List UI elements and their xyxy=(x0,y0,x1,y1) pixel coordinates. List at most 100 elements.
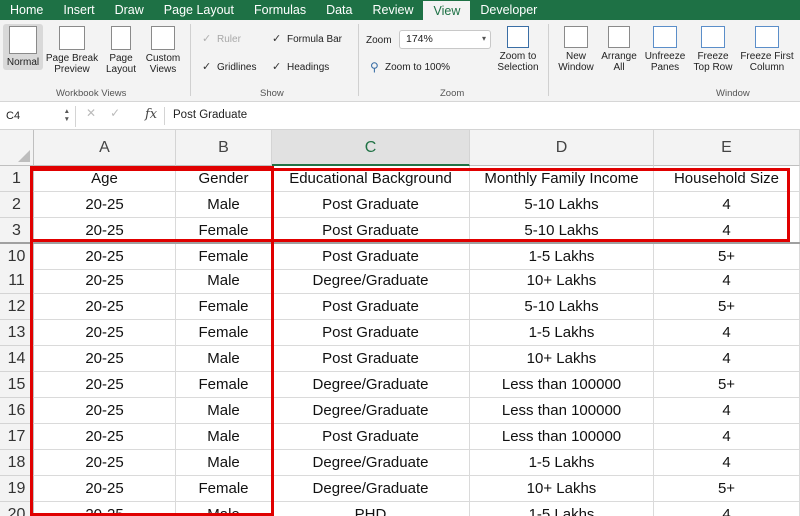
zoom-to-100-button[interactable]: ⚲ Zoom to 100% xyxy=(370,61,450,73)
zoom-select[interactable]: 174% ▾ xyxy=(399,30,491,49)
gridlines-checkbox[interactable]: ✓ Gridlines xyxy=(202,62,256,74)
select-all-corner[interactable] xyxy=(0,130,34,166)
ruler-checkbox[interactable]: ✓ Ruler xyxy=(202,34,241,46)
row-header[interactable]: 12 xyxy=(0,294,34,320)
row-header[interactable]: 11 xyxy=(0,268,34,294)
cell-d14[interactable]: 10+ Lakhs xyxy=(470,346,654,372)
row-header[interactable]: 20 xyxy=(0,502,34,516)
cell-a15[interactable]: 20-25 xyxy=(34,372,176,398)
cell-d12[interactable]: 5-10 Lakhs xyxy=(470,294,654,320)
cell-a2[interactable]: 20-25 xyxy=(34,192,176,218)
cell-d16[interactable]: Less than 100000 xyxy=(470,398,654,424)
cell-a13[interactable]: 20-25 xyxy=(34,320,176,346)
confirm-icon[interactable]: ✓ xyxy=(110,106,120,120)
column-header-b[interactable]: B xyxy=(176,130,272,166)
cell-a14[interactable]: 20-25 xyxy=(34,346,176,372)
cell-e1[interactable]: Household Size xyxy=(654,166,800,192)
cell-b19[interactable]: Female xyxy=(176,476,272,502)
row-header[interactable]: 13 xyxy=(0,320,34,346)
cell-d13[interactable]: 1-5 Lakhs xyxy=(470,320,654,346)
column-header-e[interactable]: E xyxy=(654,130,800,166)
freeze-top-row-button[interactable]: Freeze Top Row xyxy=(690,26,736,73)
cell-a1[interactable]: Age xyxy=(34,166,176,192)
cell-e2[interactable]: 4 xyxy=(654,192,800,218)
cancel-icon[interactable]: ✕ xyxy=(86,106,96,120)
unfreeze-panes-button[interactable]: Unfreeze Panes xyxy=(642,26,688,73)
insert-function-icon[interactable]: fx xyxy=(145,107,157,122)
column-header-c[interactable]: C xyxy=(272,130,470,166)
cell-a19[interactable]: 20-25 xyxy=(34,476,176,502)
cell-d2[interactable]: 5-10 Lakhs xyxy=(470,192,654,218)
cell-d19[interactable]: 10+ Lakhs xyxy=(470,476,654,502)
page-layout-view-button[interactable]: Page Layout xyxy=(102,26,140,75)
new-window-button[interactable]: New Window xyxy=(556,26,596,73)
cell-d11[interactable]: 10+ Lakhs xyxy=(470,268,654,294)
cell-e16[interactable]: 4 xyxy=(654,398,800,424)
tab-home[interactable]: Home xyxy=(0,0,53,20)
tab-page-layout[interactable]: Page Layout xyxy=(154,0,244,20)
cell-e18[interactable]: 4 xyxy=(654,450,800,476)
cell-e13[interactable]: 4 xyxy=(654,320,800,346)
cell-a12[interactable]: 20-25 xyxy=(34,294,176,320)
tab-view[interactable]: View xyxy=(423,1,471,21)
row-header[interactable]: 15 xyxy=(0,372,34,398)
cell-c16[interactable]: Degree/Graduate xyxy=(272,398,470,424)
cell-d20[interactable]: 1-5 Lakhs xyxy=(470,502,654,516)
freeze-first-column-button[interactable]: Freeze First Column xyxy=(736,26,798,73)
tab-review[interactable]: Review xyxy=(362,0,423,20)
cell-c12[interactable]: Post Graduate xyxy=(272,294,470,320)
cell-c19[interactable]: Degree/Graduate xyxy=(272,476,470,502)
column-header-a[interactable]: A xyxy=(34,130,176,166)
cell-a3[interactable]: 20-25 xyxy=(34,218,176,244)
tab-data[interactable]: Data xyxy=(316,0,362,20)
cell-a11[interactable]: 20-25 xyxy=(34,268,176,294)
cell-e20[interactable]: 4 xyxy=(654,502,800,516)
normal-view-button[interactable]: Normal xyxy=(3,24,43,70)
cell-a16[interactable]: 20-25 xyxy=(34,398,176,424)
name-box[interactable]: C4 ▲ ▼ xyxy=(0,106,76,127)
row-header[interactable]: 1 xyxy=(0,166,34,192)
cell-c2[interactable]: Post Graduate xyxy=(272,192,470,218)
formula-input[interactable]: Post Graduate xyxy=(173,109,247,121)
cell-d15[interactable]: Less than 100000 xyxy=(470,372,654,398)
cell-e14[interactable]: 4 xyxy=(654,346,800,372)
cell-b3[interactable]: Female xyxy=(176,218,272,244)
cell-d17[interactable]: Less than 100000 xyxy=(470,424,654,450)
cell-b15[interactable]: Female xyxy=(176,372,272,398)
cell-b11[interactable]: Male xyxy=(176,268,272,294)
cell-c1[interactable]: Educational Background xyxy=(272,166,470,192)
cell-c17[interactable]: Post Graduate xyxy=(272,424,470,450)
cell-b1[interactable]: Gender xyxy=(176,166,272,192)
cell-a17[interactable]: 20-25 xyxy=(34,424,176,450)
cell-d1[interactable]: Monthly Family Income xyxy=(470,166,654,192)
row-header[interactable]: 17 xyxy=(0,424,34,450)
cell-e10[interactable]: 5+ xyxy=(654,244,800,270)
cell-e3[interactable]: 4 xyxy=(654,218,800,244)
cell-b2[interactable]: Male xyxy=(176,192,272,218)
row-header[interactable]: 14 xyxy=(0,346,34,372)
cell-a20[interactable]: 20-25 xyxy=(34,502,176,516)
column-header-d[interactable]: D xyxy=(470,130,654,166)
row-header[interactable]: 18 xyxy=(0,450,34,476)
cell-b10[interactable]: Female xyxy=(176,244,272,270)
cell-e15[interactable]: 5+ xyxy=(654,372,800,398)
cell-c13[interactable]: Post Graduate xyxy=(272,320,470,346)
cell-e17[interactable]: 4 xyxy=(654,424,800,450)
cell-b16[interactable]: Male xyxy=(176,398,272,424)
cell-c15[interactable]: Degree/Graduate xyxy=(272,372,470,398)
tab-insert[interactable]: Insert xyxy=(53,0,104,20)
zoom-to-selection-button[interactable]: Zoom to Selection xyxy=(494,26,542,73)
formula-bar-checkbox[interactable]: ✓ Formula Bar xyxy=(272,34,342,46)
headings-checkbox[interactable]: ✓ Headings xyxy=(272,62,329,74)
row-header[interactable]: 10 xyxy=(0,244,34,270)
cell-d3[interactable]: 5-10 Lakhs xyxy=(470,218,654,244)
tab-formulas[interactable]: Formulas xyxy=(244,0,316,20)
cell-e12[interactable]: 5+ xyxy=(654,294,800,320)
cell-a18[interactable]: 20-25 xyxy=(34,450,176,476)
row-header[interactable]: 2 xyxy=(0,192,34,218)
row-header[interactable]: 3 xyxy=(0,218,34,244)
cell-c11[interactable]: Degree/Graduate xyxy=(272,268,470,294)
custom-views-button[interactable]: Custom Views xyxy=(142,26,184,75)
row-header[interactable]: 19 xyxy=(0,476,34,502)
tab-draw[interactable]: Draw xyxy=(105,0,154,20)
